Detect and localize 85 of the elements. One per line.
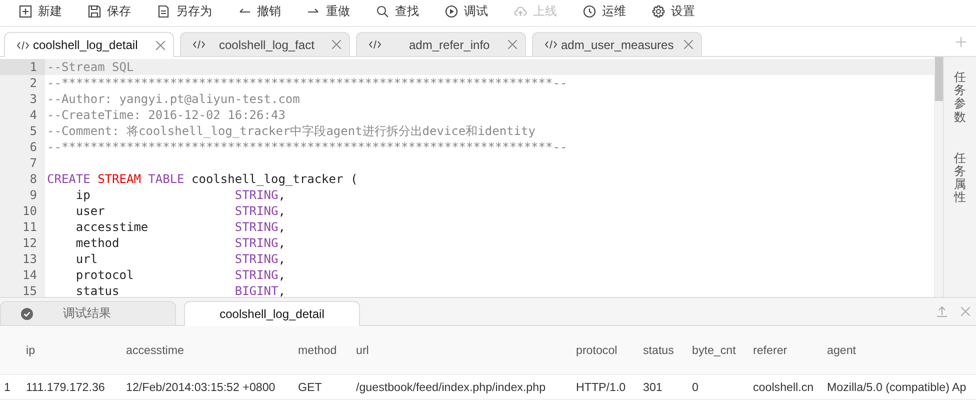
code-line: --CreateTime: 2016-12-02 16:26:43 [46, 107, 286, 123]
close-icon[interactable] [961, 307, 970, 316]
column-header: method [298, 344, 338, 356]
toolbar-button[interactable]: 运维 [583, 2, 626, 20]
line-number: 2 [0, 75, 45, 91]
table-cell: Mozilla/5.0 (compatible) Ap [827, 380, 966, 394]
table-cell-text: 0 [692, 380, 700, 394]
check-circle-icon [21, 308, 33, 320]
toolbar-button[interactable]: 新建 [19, 2, 62, 20]
line-number: 14 [0, 267, 45, 283]
result-tab[interactable]: 调试结果 [0, 301, 176, 325]
close-icon[interactable] [508, 40, 517, 49]
clock-icon [583, 4, 596, 18]
line-number: 11 [0, 219, 45, 235]
line-number: 8 [0, 171, 45, 187]
line-number: 3 [0, 91, 45, 107]
scrollbar[interactable] [934, 57, 943, 297]
code-line: --Stream SQL [46, 59, 134, 75]
toolbar-button[interactable]: 设置 [652, 2, 695, 20]
result-tab[interactable]: coolshell_log_detail [184, 301, 360, 326]
plus-square-icon [19, 4, 32, 18]
line-number: 7 [0, 155, 45, 171]
table-cell-text: /guestbook/feed/index.php/index.php [356, 380, 547, 394]
code-line: --Author: yangyi.pt@aliyun-test.com [46, 91, 300, 107]
column-header: byte_cnt [692, 344, 737, 356]
column-header: accesstime [126, 344, 185, 356]
code-line: method STRING, [74, 235, 286, 251]
code-line: --********************************************************************-- [46, 139, 568, 155]
code-line: --Comment: 将coolshell_log_tracker中字段agent进行拆分出device和identity [46, 123, 536, 139]
table-cell-text: 12/Feb/2014:03:15:52 +0800 [126, 380, 276, 394]
line-number: 9 [0, 187, 45, 203]
code-icon [193, 40, 205, 49]
side-tab[interactable]: 任务属性 [954, 152, 966, 204]
toolbar-button[interactable]: 调试 [445, 2, 488, 20]
code-line: ip STRING, [74, 187, 286, 203]
code-line: user STRING, [74, 203, 286, 219]
line-number: 6 [0, 139, 45, 155]
line-number: 4 [0, 107, 45, 123]
column-header: protocol [576, 344, 618, 356]
toolbar-button[interactable]: 保存 [88, 2, 131, 20]
line-number: 15 [0, 283, 45, 297]
gear-icon [652, 4, 665, 18]
code-line: status BIGINT, [74, 283, 286, 297]
line-number: 12 [0, 235, 45, 251]
play-icon [445, 4, 458, 18]
column-header: status [643, 344, 675, 356]
toolbar-button[interactable]: 查找 [376, 2, 419, 20]
upload-icon[interactable] [937, 306, 947, 317]
line-number: 10 [0, 203, 45, 219]
editor-tab[interactable]: adm_refer_info [356, 32, 526, 56]
table-cell-text: 301 [643, 380, 664, 394]
editor-tab[interactable]: adm_user_measures [532, 32, 702, 56]
code-icon [369, 40, 381, 49]
editor-tab[interactable]: coolshell_log_fact [180, 32, 350, 56]
table-cell-text: GET [298, 380, 323, 394]
code-line: protocol STRING, [74, 267, 286, 283]
table-cell-text: HTTP/1.0 [576, 380, 627, 394]
cloud-upload-icon [514, 4, 527, 18]
close-icon[interactable] [332, 40, 341, 49]
column-header: agent [827, 344, 856, 356]
table-cell-text: 111.179.172.36 [26, 380, 106, 394]
toolbar-button[interactable]: 重做 [307, 2, 350, 20]
row-number: 1 [3, 380, 12, 394]
close-icon[interactable] [684, 40, 693, 49]
code-icon [17, 40, 29, 50]
editor-tab[interactable]: coolshell_log_detail [4, 32, 174, 57]
line-number: 5 [0, 123, 45, 139]
document-icon [157, 4, 170, 18]
code-line: --********************************************************************-- [46, 75, 568, 91]
search-icon [376, 4, 389, 18]
side-tab[interactable]: 任务参数 [954, 71, 966, 124]
code-icon [545, 40, 557, 49]
line-number: 1 [0, 59, 45, 75]
code-line: accesstime STRING, [74, 219, 286, 235]
code-line: CREATE STREAM TABLE coolshell_log_tracker ( [46, 171, 358, 187]
column-header: url [356, 344, 370, 356]
toolbar-button[interactable]: 另存为 [157, 2, 212, 20]
line-number: 13 [0, 251, 45, 267]
toolbar-button[interactable]: 撤销 [238, 2, 281, 20]
column-header: ip [26, 344, 36, 356]
column-header: referer [753, 344, 788, 356]
save-icon [88, 4, 101, 18]
table-cell-text: coolshell.cn [753, 380, 815, 394]
code-line: url STRING, [74, 251, 286, 267]
close-icon[interactable] [156, 40, 165, 50]
